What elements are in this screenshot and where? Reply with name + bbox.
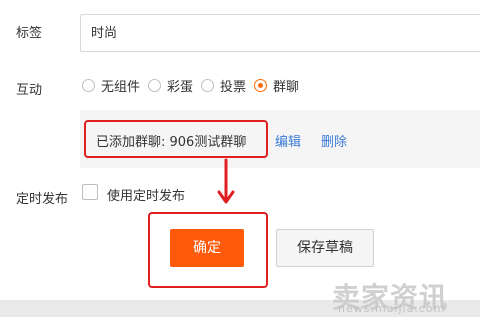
tag-label: 标签 [16, 26, 43, 41]
confirm-button[interactable]: 确定 [170, 229, 244, 267]
delete-link[interactable]: 删除 [321, 131, 347, 150]
radio-circle-vote[interactable] [201, 79, 215, 92]
use-schedule-label: 使用定时发布 [107, 189, 186, 204]
radio-vote[interactable]: 投票 [201, 76, 246, 95]
radio-circle-group-chat[interactable] [254, 79, 268, 92]
radio-label-none-component: 无组件 [101, 80, 141, 95]
radio-circle-easter-egg[interactable] [148, 79, 162, 92]
tag-input[interactable]: 时尚 [80, 14, 480, 52]
schedule-label: 定时发布 [16, 192, 69, 207]
radio-easter-egg[interactable]: 彩蛋 [148, 76, 193, 95]
radio-label-group-chat: 群聊 [273, 80, 300, 95]
annotation-arrow-icon [217, 158, 235, 204]
interaction-label: 互动 [16, 83, 43, 98]
watermark-sub: news.maijia.com [338, 302, 446, 315]
radio-group-chat[interactable]: 群聊 [254, 76, 299, 95]
use-schedule-checkbox[interactable] [82, 184, 98, 200]
edit-link[interactable]: 编辑 [275, 131, 301, 150]
radio-circle-none-component[interactable] [82, 79, 95, 92]
radio-label-easter-egg: 彩蛋 [167, 80, 194, 95]
radio-none-component[interactable]: 无组件 [82, 76, 140, 95]
interaction-radio-group: 无组件 彩蛋 投票 群聊 [82, 76, 307, 95]
annotation-highlight-group [84, 120, 268, 158]
save-draft-button[interactable]: 保存草稿 [276, 229, 374, 267]
radio-label-vote: 投票 [220, 80, 247, 95]
